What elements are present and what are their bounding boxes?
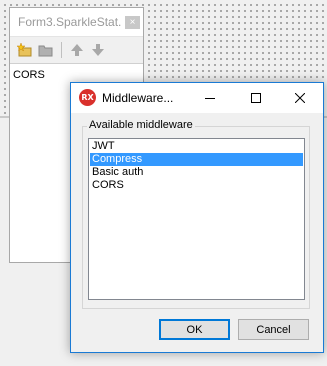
middleware-dialog: RX Middleware... Available middleware JW…	[70, 82, 324, 353]
editor-title: Form3.SparkleStat...	[18, 15, 122, 29]
list-item-selected[interactable]: Compress	[90, 153, 303, 166]
maximize-icon	[251, 93, 261, 103]
dialog-title: Middleware...	[102, 91, 174, 105]
list-item[interactable]: CORS	[13, 68, 140, 82]
move-up-button[interactable]	[68, 41, 86, 59]
editor-close-button[interactable]: ×	[125, 16, 140, 29]
arrow-up-icon	[71, 44, 83, 56]
move-down-button[interactable]	[89, 41, 107, 59]
new-item-icon	[17, 42, 32, 57]
editor-toolbar	[10, 37, 143, 64]
list-item[interactable]: Basic auth	[90, 166, 303, 179]
middleware-listbox[interactable]: JWT Compress Basic auth CORS	[88, 138, 305, 300]
toolbar-separator	[61, 42, 62, 58]
group-label: Available middleware	[87, 119, 195, 131]
list-item[interactable]: JWT	[90, 140, 303, 153]
arrow-down-icon	[92, 44, 104, 56]
maximize-button[interactable]	[233, 83, 279, 113]
close-icon	[295, 93, 305, 103]
add-new-button[interactable]	[16, 41, 34, 59]
dialog-title-bar[interactable]: RX Middleware...	[71, 83, 323, 113]
available-middleware-group: Available middleware JWT Compress Basic …	[82, 119, 310, 309]
cancel-button[interactable]: Cancel	[238, 319, 309, 340]
minimize-icon	[205, 98, 215, 99]
close-button[interactable]	[277, 83, 323, 113]
editor-title-bar[interactable]: Form3.SparkleStat... ×	[10, 8, 143, 37]
minimize-button[interactable]	[187, 83, 233, 113]
list-item[interactable]: CORS	[90, 179, 303, 192]
ok-button[interactable]: OK	[159, 319, 230, 340]
app-icon: RX	[79, 89, 96, 106]
add-existing-button[interactable]	[37, 41, 55, 59]
open-folder-icon	[38, 45, 53, 57]
